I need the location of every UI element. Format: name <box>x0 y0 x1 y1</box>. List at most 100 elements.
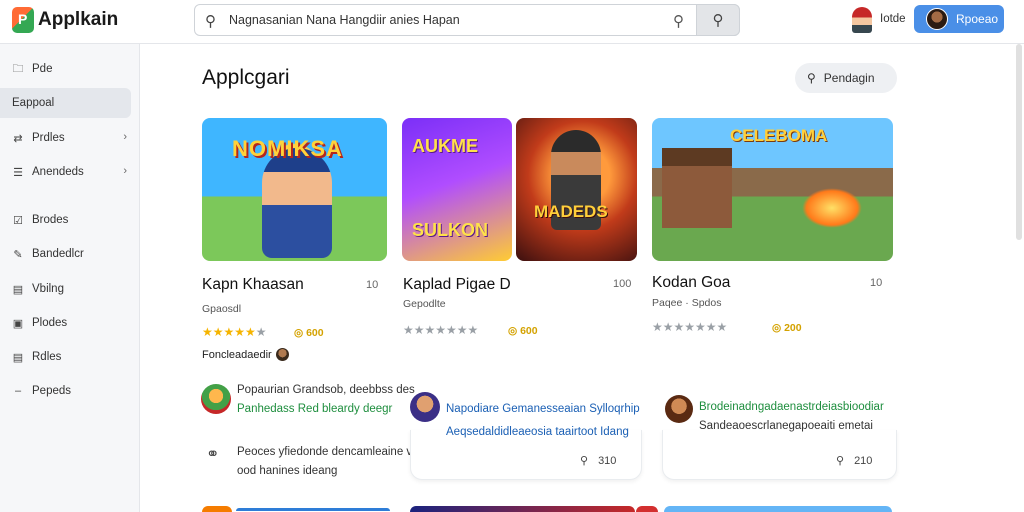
profile-button-label: Rpoeao <box>956 12 999 26</box>
sidebar-item-label: Eappoal <box>12 97 55 109</box>
sidebar-item-1[interactable]: Eappoal <box>0 88 131 118</box>
sidebar-item-label: Rdles <box>32 351 62 363</box>
game-art-title: SULKON <box>412 220 488 240</box>
game-subtitle: Paqee · Spdos <box>652 297 722 309</box>
sidebar-item-label: Anendeds <box>32 166 84 178</box>
chevron-right-icon: › <box>123 131 127 143</box>
list-item[interactable] <box>410 506 635 512</box>
character-illustration <box>262 148 332 258</box>
game-thumbnail[interactable]: NOMIKSA <box>202 118 387 261</box>
sidebar-item-5[interactable]: ✎ Bandedlcr <box>0 239 131 269</box>
app-name: Applkain <box>38 9 119 30</box>
sidebar-item-0[interactable]: 🗀 Pde <box>0 54 131 84</box>
game-art-title: NOMIKSA <box>232 136 343 161</box>
developer-name: Foncleadaedir <box>202 348 272 361</box>
sidebar-item-label: Vbilng <box>32 283 64 295</box>
house-illustration <box>662 148 732 228</box>
review-text: Peoces yfiedonde dencamleaine ves <box>237 446 425 458</box>
sidebar-item-4[interactable]: ☑ Brodes <box>0 205 131 235</box>
list-item[interactable] <box>636 506 658 512</box>
game-title[interactable]: Kodan Goa <box>652 274 730 292</box>
review-meta: ⚲ 210 <box>836 454 873 468</box>
sidebar-item-8[interactable]: ▤ Rdles <box>0 342 131 372</box>
top-bar: Applkain ⚲ ⚲ ⚲ Iotde Rpoeao <box>0 0 1024 44</box>
game-title[interactable]: Kaplad Pigae D <box>403 276 511 294</box>
sidebar-item-2[interactable]: ⇄ Prdles › <box>0 123 131 153</box>
fire-illustration <box>802 188 862 228</box>
review-count: 310 <box>598 454 617 467</box>
swap-icon: ⇄ <box>13 132 23 145</box>
link-icon[interactable]: ⚭ <box>206 444 219 464</box>
developer-row[interactable]: Foncleadaedir <box>202 348 289 361</box>
sidebar-item-label: Pepeds <box>32 385 72 397</box>
sidebar-item-label: Pde <box>32 63 53 75</box>
profile-button[interactable]: Rpoeao <box>914 5 1004 33</box>
avatar[interactable] <box>201 384 231 414</box>
tablet-icon: ▣ <box>12 317 24 330</box>
game-subtitle: Gpaosdl <box>202 303 242 315</box>
sidebar-item-label: Prdles <box>32 132 65 144</box>
review-text: Panhedass Red bleardy deegr <box>237 403 393 415</box>
review-count: 210 <box>854 454 873 467</box>
coin-badge: ◎ 600 <box>294 327 324 339</box>
search-input[interactable] <box>229 9 649 31</box>
coin-badge: ◎ 600 <box>508 325 538 337</box>
list-item[interactable] <box>664 506 892 512</box>
avatar[interactable] <box>410 392 440 422</box>
search-icon[interactable]: ⚲ <box>673 12 684 30</box>
review-text: Sandeaoescrlanegapoeaiti emetai <box>699 420 873 432</box>
game-count: 10 <box>366 279 379 291</box>
edit-icon: ✎ <box>13 248 23 261</box>
rating-stars: ★★★★★★★ <box>403 323 479 337</box>
search-icon: ⚲ <box>807 71 816 85</box>
game-art-title: MADEDS <box>534 202 608 221</box>
review-meta: ⚲ 310 <box>580 454 617 468</box>
laptop-icon: ▤ <box>12 283 24 296</box>
game-art-title: AUKME <box>412 136 478 156</box>
game-subtitle: Gepodlte <box>403 298 446 310</box>
game-thumbnail[interactable]: AUKME SULKON <box>402 118 512 261</box>
sidebar-item-3[interactable]: ☰ Anendeds › <box>0 157 131 187</box>
list-item[interactable] <box>236 508 390 511</box>
user-label[interactable]: Iotde <box>880 13 906 25</box>
chevron-right-icon: › <box>123 165 127 177</box>
sidebar-item-7[interactable]: ▣ Plodes <box>0 308 131 338</box>
sidebar-item-6[interactable]: ▤ Vbilng <box>0 274 131 304</box>
scrollbar[interactable] <box>1016 44 1022 240</box>
game-thumbnail[interactable]: MADEDS <box>516 118 637 261</box>
review-text: ood hanines ideang <box>237 465 338 477</box>
game-title[interactable]: Kapn Khaasan <box>202 276 304 294</box>
developer-avatar <box>275 348 289 361</box>
page-title: Applcgari <box>202 66 290 89</box>
pending-button-label: Pendagin <box>823 71 875 85</box>
list-item[interactable] <box>202 506 232 512</box>
document-icon: ▤ <box>12 351 24 364</box>
sidebar-item-label: Bandedlcr <box>32 248 84 260</box>
search-button[interactable]: ⚲ <box>696 4 740 36</box>
app-logo[interactable]: Applkain <box>12 7 118 33</box>
avatar <box>926 8 948 30</box>
game-thumbnail[interactable]: CELEBOMA <box>652 118 893 261</box>
list-icon: ☰ <box>13 166 23 179</box>
coin-badge: ◎ 200 <box>772 322 802 334</box>
avatar[interactable] <box>665 395 693 423</box>
game-count: 100 <box>613 278 632 290</box>
rating-stars: ★★★★★★★ <box>652 320 728 334</box>
sidebar: 🗀 Pde Eappoal ⇄ Prdles › ☰ Anendeds › ☑ … <box>0 44 140 512</box>
search-icon[interactable]: ⚲ <box>836 454 844 467</box>
pending-button[interactable]: ⚲ Pendagin <box>795 63 897 93</box>
sidebar-item-9[interactable]: – Pepeds <box>0 376 131 406</box>
search-icon: ⚲ <box>205 13 216 30</box>
game-art-title: CELEBOMA <box>730 126 828 145</box>
review-text: Aeqsedaldidleaeosia taairtoot Idang <box>446 426 629 438</box>
review-text: Popaurian Grandsob, deebbss des <box>237 384 415 396</box>
review-text: Brodeinadngadaenastrdeiasbioodiar <box>699 401 884 413</box>
search-icon[interactable]: ⚲ <box>580 454 588 467</box>
rating-stars: ★★★★★★ <box>202 325 267 339</box>
review-text: Napodiare Gemanesseaian Sylloqrhip <box>446 403 640 415</box>
sidebar-item-label: Plodes <box>32 317 68 329</box>
game-count: 10 <box>870 277 883 289</box>
folder-icon: 🗀 <box>12 62 24 75</box>
search-bar[interactable]: ⚲ ⚲ ⚲ <box>194 4 740 36</box>
user-avatar[interactable] <box>852 7 872 33</box>
